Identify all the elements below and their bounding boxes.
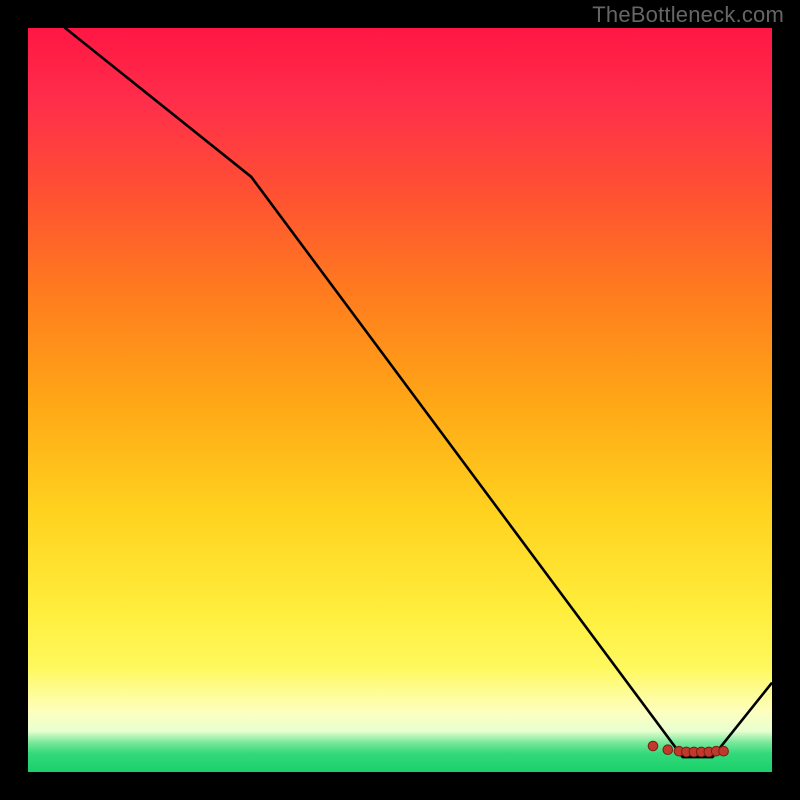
series-line xyxy=(28,0,772,757)
marker-point xyxy=(648,741,658,751)
plot-area xyxy=(28,28,772,772)
markers-group xyxy=(648,741,728,757)
chart-svg xyxy=(28,28,772,772)
chart-frame: TheBottleneck.com xyxy=(0,0,800,800)
watermark-text: TheBottleneck.com xyxy=(592,2,784,28)
marker-point xyxy=(719,746,729,756)
marker-point xyxy=(663,745,673,755)
